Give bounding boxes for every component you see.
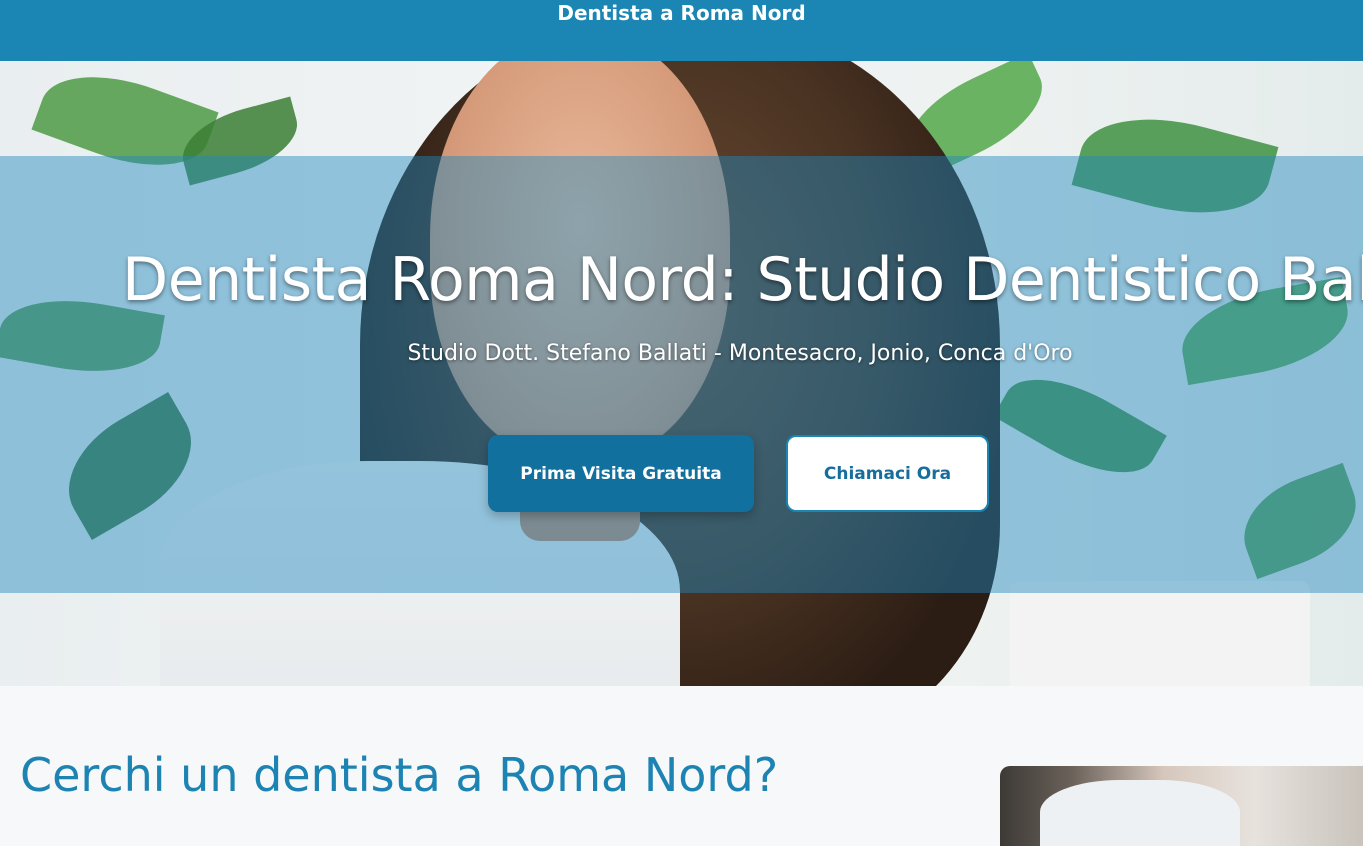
hero-title: Dentista Roma Nord: Studio Dentistico Ba… bbox=[122, 245, 1363, 315]
site-title[interactable]: Dentista a Roma Nord bbox=[557, 0, 805, 26]
site-header: Dentista a Roma Nord bbox=[0, 0, 1363, 61]
hero-overlay bbox=[0, 156, 1363, 593]
call-now-button[interactable]: Chiamaci Ora bbox=[786, 435, 989, 512]
dentist-photo bbox=[1000, 766, 1363, 846]
intro-section: Cerchi un dentista a Roma Nord? bbox=[0, 686, 1363, 846]
hero-subtitle: Studio Dott. Stefano Ballati - Montesacr… bbox=[407, 341, 1073, 366]
hero-section: Dentista Roma Nord: Studio Dentistico Ba… bbox=[0, 61, 1363, 686]
section-title: Cerchi un dentista a Roma Nord? bbox=[20, 748, 779, 802]
free-first-visit-button[interactable]: Prima Visita Gratuita bbox=[488, 435, 754, 512]
